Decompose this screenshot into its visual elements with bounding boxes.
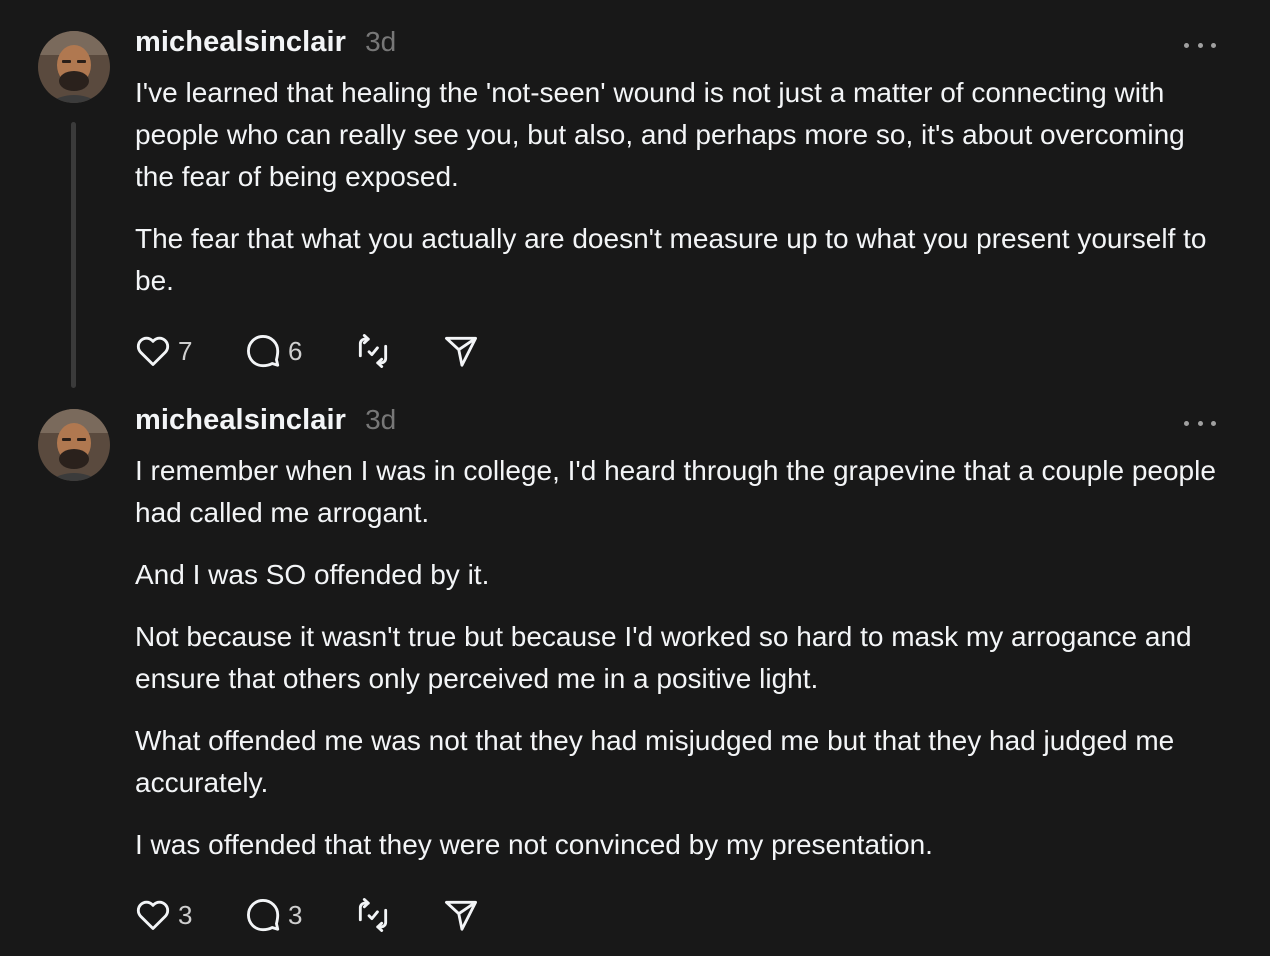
post-paragraph: Not because it wasn't true but because I…	[135, 621, 1192, 694]
share-button[interactable]	[442, 896, 480, 934]
more-icon[interactable]	[1184, 38, 1216, 52]
username[interactable]: michealsinclair	[135, 26, 346, 59]
post-paragraph: And I was SO offended by it.	[135, 559, 490, 590]
reply-count: 6	[288, 335, 303, 366]
like-count: 3	[178, 899, 193, 930]
post-header: michealsinclair 3d	[135, 26, 396, 62]
timestamp[interactable]: 3d	[365, 404, 396, 436]
action-bar: 3 3	[134, 895, 480, 935]
post: michealsinclair 3d I've learned that hea…	[0, 0, 1270, 390]
action-bar: 7 6	[134, 331, 480, 371]
post-body: I remember when I was in college, I'd he…	[135, 450, 1230, 886]
thread-line	[71, 122, 76, 388]
heart-icon	[136, 336, 170, 366]
post-paragraph: I was offended that they were not convin…	[135, 829, 933, 860]
reply-count: 3	[288, 899, 303, 930]
avatar[interactable]	[38, 31, 110, 103]
avatar[interactable]	[38, 409, 110, 481]
reply-button[interactable]: 3	[244, 896, 354, 934]
repost-button[interactable]	[354, 896, 442, 934]
reply-button[interactable]: 6	[244, 332, 354, 370]
comment-icon	[247, 899, 280, 932]
repost-button[interactable]	[354, 332, 442, 370]
share-icon	[445, 336, 477, 367]
like-button[interactable]: 7	[134, 332, 244, 370]
post: michealsinclair 3d I remember when I was…	[0, 390, 1270, 956]
post-header: michealsinclair 3d	[135, 404, 396, 440]
post-paragraph: I remember when I was in college, I'd he…	[135, 455, 1216, 528]
post-paragraph: The fear that what you actually are does…	[135, 223, 1207, 296]
username[interactable]: michealsinclair	[135, 404, 346, 437]
share-icon	[445, 900, 477, 931]
repost-icon	[358, 334, 388, 368]
like-button[interactable]: 3	[134, 896, 244, 934]
timestamp[interactable]: 3d	[365, 26, 396, 58]
more-icon[interactable]	[1184, 416, 1216, 430]
like-count: 7	[178, 335, 193, 366]
heart-icon	[136, 900, 170, 930]
comment-icon	[247, 335, 280, 368]
post-body: I've learned that healing the 'not-seen'…	[135, 72, 1230, 322]
post-paragraph: What offended me was not that they had m…	[135, 725, 1175, 798]
repost-icon	[358, 898, 388, 932]
share-button[interactable]	[442, 332, 480, 370]
post-paragraph: I've learned that healing the 'not-seen'…	[135, 77, 1185, 192]
